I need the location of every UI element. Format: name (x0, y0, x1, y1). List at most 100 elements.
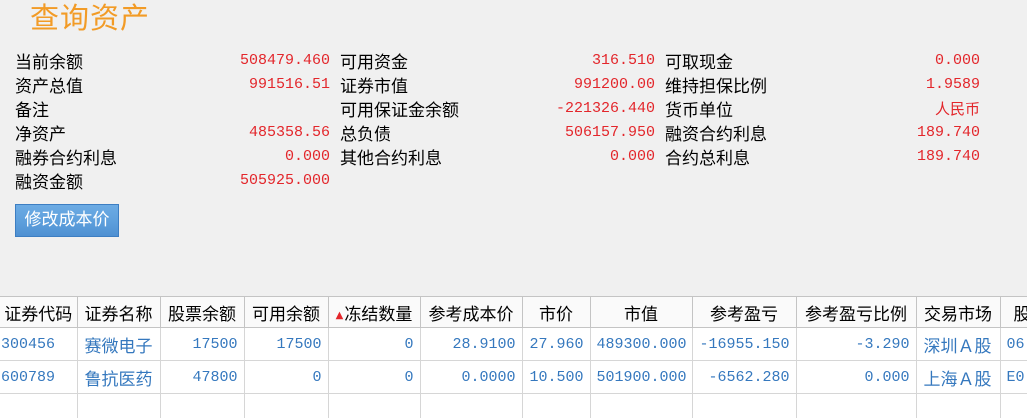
column-header-frozen-quantity[interactable]: ▲冻结数量 (327, 296, 421, 328)
sort-ascending-icon: ▲ (335, 309, 344, 321)
cell-market-value: 501900.000 (589, 360, 693, 394)
field-value: 505925.000 (239, 171, 330, 189)
field-withdrawable-cash: 可取现金 0.000 (665, 48, 980, 73)
empty-cell (999, 393, 1027, 418)
field-label: 净资产 (15, 124, 66, 145)
cell-ref-profit-loss: -6562.280 (691, 360, 797, 394)
column-header-security-name[interactable]: 证券名称 (76, 296, 161, 328)
column-header-available-balance[interactable]: 可用余额 (243, 296, 329, 328)
column-header-stock-balance[interactable]: 股票余额 (159, 296, 245, 328)
field-label: 备注 (15, 100, 49, 121)
column-header-partial[interactable]: 股 (999, 296, 1027, 328)
cell-available-balance: 17500 (243, 327, 329, 361)
table-row[interactable]: 600789 鲁抗医药 47800 0 0 0.0000 10.500 5019… (0, 360, 1027, 394)
field-label: 融资金额 (15, 172, 83, 193)
cell-security-name: 赛微电子 (76, 327, 161, 361)
field-label: 维持担保比例 (665, 76, 767, 97)
field-value: 0.000 (284, 147, 330, 165)
empty-cell (419, 393, 523, 418)
cell-security-code: 600789 (0, 360, 78, 394)
field-label: 合约总利息 (665, 148, 750, 169)
empty-cell (521, 393, 591, 418)
field-value: 508479.460 (239, 51, 330, 69)
cell-stock-balance: 47800 (159, 360, 245, 394)
cell-ref-cost-price: 0.0000 (419, 360, 523, 394)
field-label: 其他合约利息 (340, 148, 442, 169)
field-label: 可用资金 (340, 52, 408, 73)
field-current-balance: 当前余额 508479.460 (15, 48, 330, 73)
positions-grid: 证券代码 证券名称 股票余额 可用余额 ▲冻结数量 参考成本价 市价 市值 参考… (0, 296, 1027, 418)
cell-trading-market: 上海Ａ股 (915, 360, 1001, 394)
field-value: 0.000 (934, 51, 980, 69)
cell-trading-market: 深圳Ａ股 (915, 327, 1001, 361)
column-header-ref-profit-loss[interactable]: 参考盈亏 (691, 296, 797, 328)
modify-cost-price-button[interactable]: 修改成本价 (15, 204, 119, 237)
empty-cell (915, 393, 1001, 418)
field-value: 991516.51 (248, 75, 330, 93)
field-label: 当前余额 (15, 52, 83, 73)
cell-ref-profit-loss-ratio: 0.000 (795, 360, 917, 394)
cell-available-balance: 0 (243, 360, 329, 394)
field-label: 资产总值 (15, 76, 83, 97)
field-value: 189.740 (916, 147, 980, 165)
field-value: 991200.00 (573, 75, 655, 93)
field-value: 189.740 (916, 123, 980, 141)
field-label: 证券市值 (340, 76, 408, 97)
field-financing-amount: 融资金额 505925.000 (15, 168, 330, 193)
field-label: 融资合约利息 (665, 124, 767, 145)
empty-cell (243, 393, 329, 418)
empty-cell (795, 393, 917, 418)
field-other-contract-interest: 其他合约利息 0.000 (340, 144, 655, 169)
empty-cell (76, 393, 161, 418)
column-header-ref-cost-price[interactable]: 参考成本价 (419, 296, 523, 328)
positions-table: 证券代码 证券名称 股票余额 可用余额 ▲冻结数量 参考成本价 市价 市值 参考… (0, 296, 1027, 418)
column-header-trading-market[interactable]: 交易市场 (915, 296, 1001, 328)
cell-ref-profit-loss-ratio: -3.290 (795, 327, 917, 361)
cell-market-price: 10.500 (521, 360, 591, 394)
empty-cell (589, 393, 693, 418)
cell-stock-balance: 17500 (159, 327, 245, 361)
table-row[interactable]: 300456 赛微电子 17500 17500 0 28.9100 27.960… (0, 327, 1027, 361)
field-value: 506157.950 (564, 123, 655, 141)
field-value: -221326.440 (555, 99, 655, 117)
field-total-liabilities: 总负债 506157.950 (340, 120, 655, 145)
cell-security-code: 300456 (0, 327, 78, 361)
field-net-assets: 净资产 485358.56 (15, 120, 330, 145)
field-value: 0.000 (609, 147, 655, 165)
cell-market-value: 489300.000 (589, 327, 693, 361)
field-value: 316.510 (591, 51, 655, 69)
empty-cell (159, 393, 245, 418)
column-header-market-value[interactable]: 市值 (589, 296, 693, 328)
field-total-contract-interest: 合约总利息 189.740 (665, 144, 980, 169)
field-value: 1.9589 (925, 75, 980, 93)
field-label: 可取现金 (665, 52, 733, 73)
header-row: 证券代码 证券名称 股票余额 可用余额 ▲冻结数量 参考成本价 市价 市值 参考… (0, 296, 1027, 328)
column-header-ref-profit-loss-ratio[interactable]: 参考盈亏比例 (795, 296, 917, 328)
cell-security-name: 鲁抗医药 (76, 360, 161, 394)
cell-partial: 06 (999, 327, 1027, 361)
field-label: 可用保证金余额 (340, 100, 459, 121)
field-label: 货币单位 (665, 100, 733, 121)
field-value: 人民币 (934, 101, 980, 119)
column-header-market-price[interactable]: 市价 (521, 296, 591, 328)
field-label: 总负债 (340, 124, 391, 145)
page-title: 查询资产 (30, 1, 151, 35)
table-row-empty (0, 393, 1027, 418)
cell-market-price: 27.960 (521, 327, 591, 361)
cell-ref-cost-price: 28.9100 (419, 327, 523, 361)
field-securities-market-value: 证券市值 991200.00 (340, 72, 655, 97)
column-header-security-code[interactable]: 证券代码 (0, 296, 78, 328)
field-available-margin-balance: 可用保证金余额 -221326.440 (340, 96, 655, 121)
field-margin-financing-interest: 融资合约利息 189.740 (665, 120, 980, 145)
column-header-label: 冻结数量 (344, 304, 413, 325)
empty-cell (691, 393, 797, 418)
cell-frozen-quantity: 0 (327, 327, 421, 361)
empty-cell (327, 393, 421, 418)
cell-partial: E0 (999, 360, 1027, 394)
empty-cell (0, 393, 78, 418)
asset-summary: 当前余额 508479.460 可用资金 316.510 可取现金 0.000 … (15, 48, 980, 193)
field-maintenance-collateral-ratio: 维持担保比例 1.9589 (665, 72, 980, 97)
cell-frozen-quantity: 0 (327, 360, 421, 394)
field-label: 融券合约利息 (15, 148, 117, 169)
field-remarks: 备注 (15, 96, 330, 121)
